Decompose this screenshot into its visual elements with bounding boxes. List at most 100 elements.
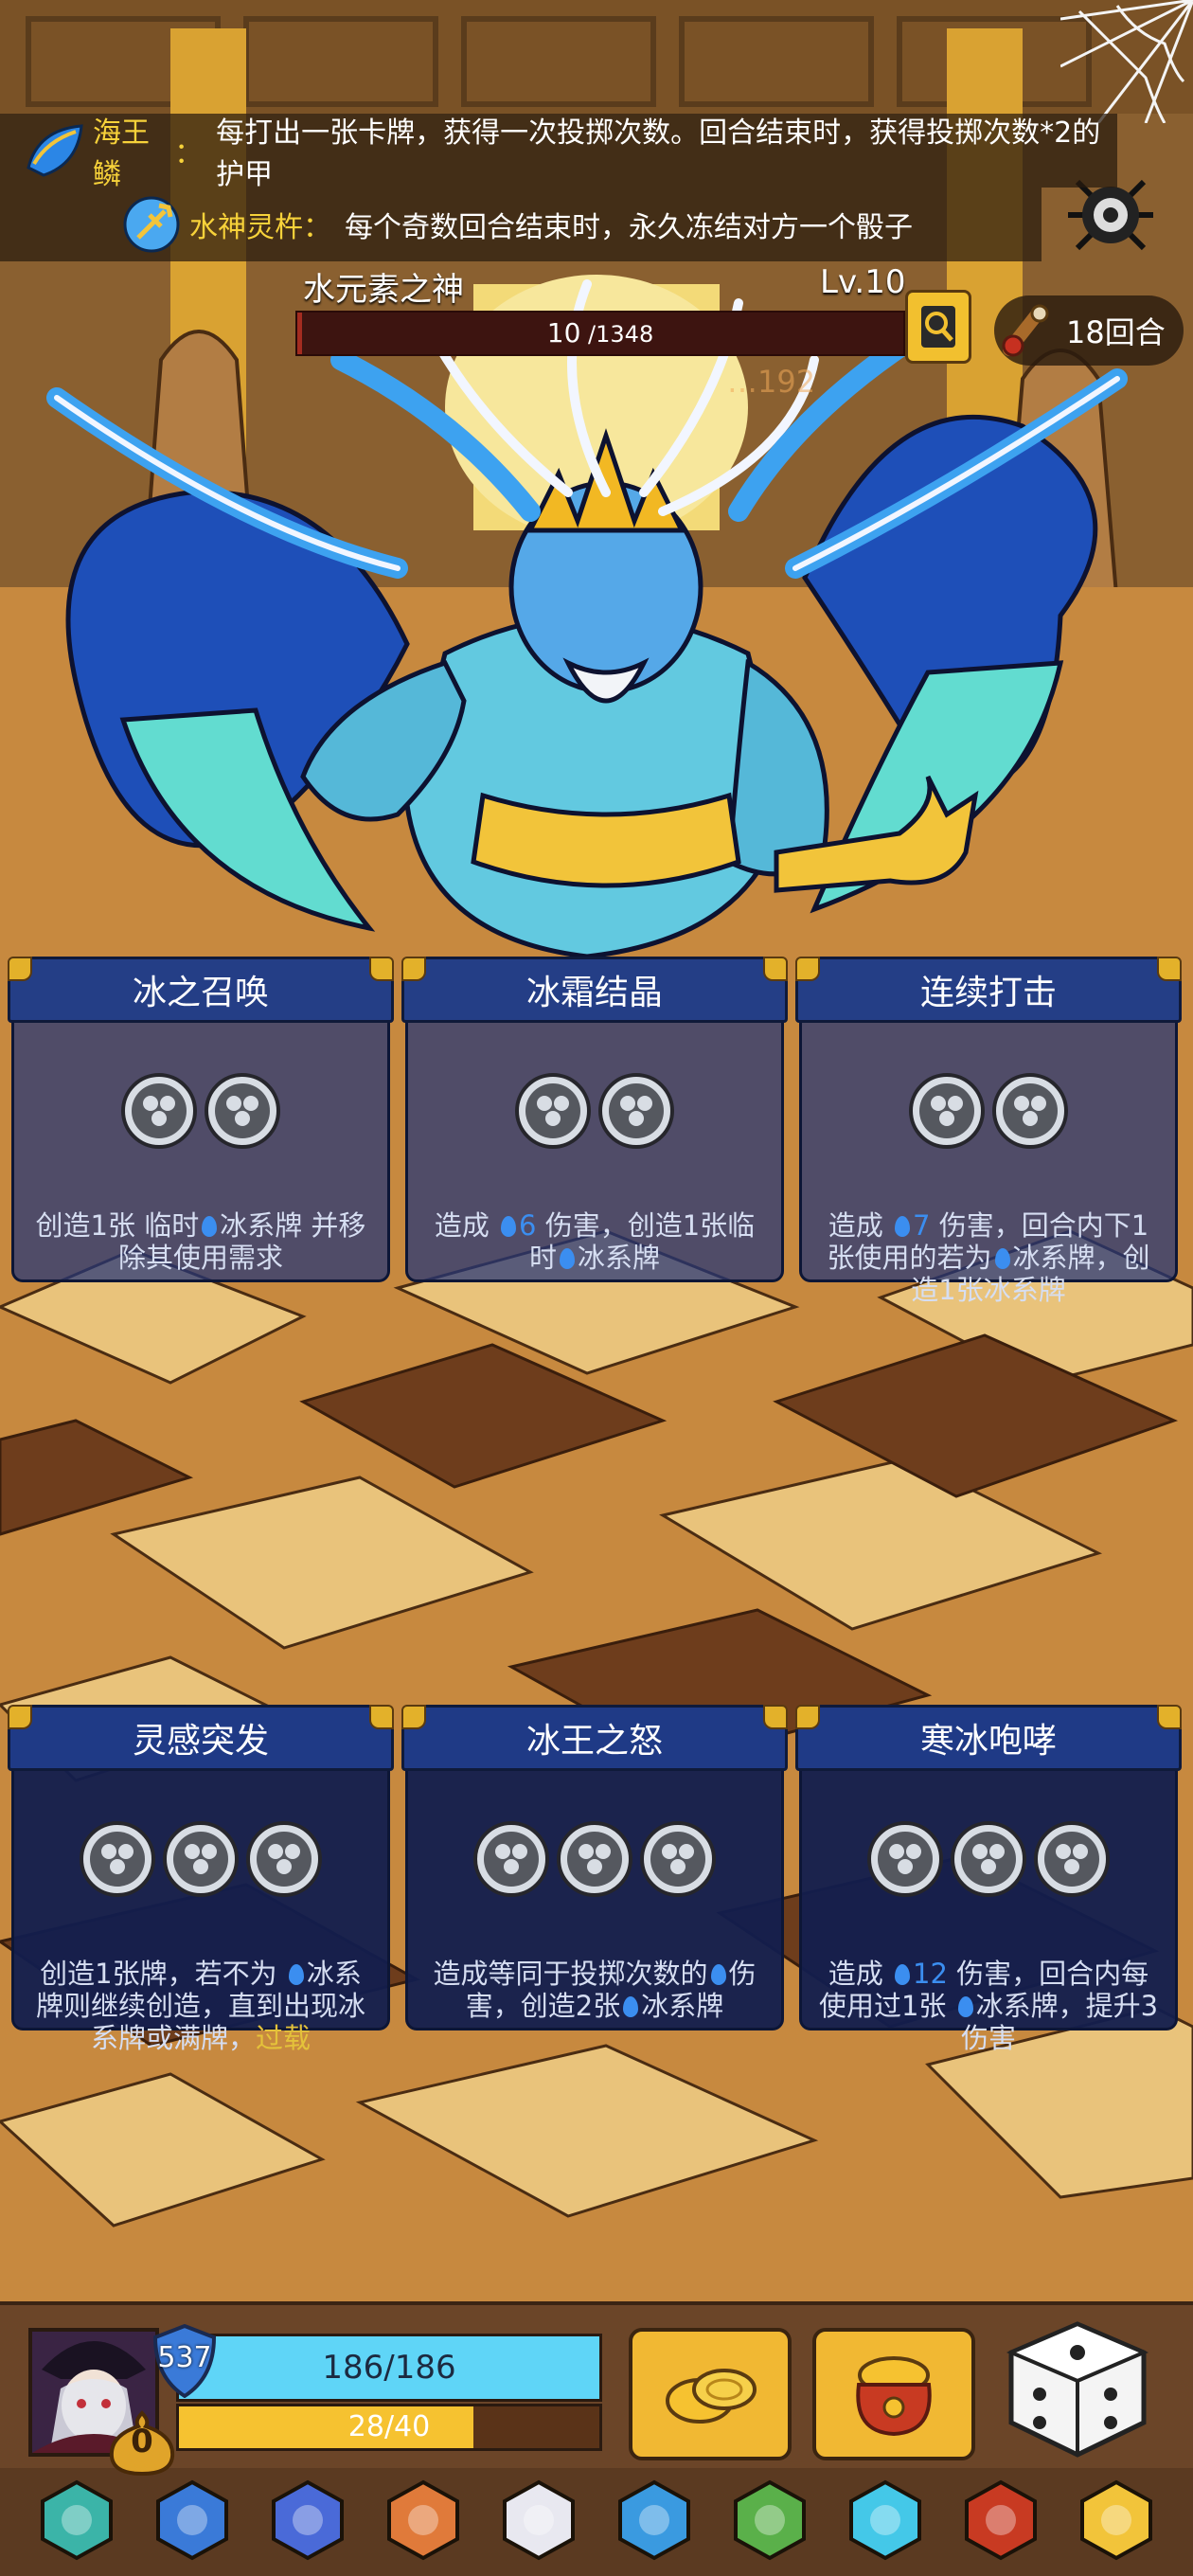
dice-slots bbox=[802, 1073, 1175, 1149]
description-text: 冰系牌 bbox=[641, 1990, 724, 2022]
dice-slot-icon[interactable] bbox=[867, 1821, 943, 1897]
description-text: 冰系牌，提升3伤害 bbox=[960, 1990, 1159, 2054]
dice-slots bbox=[14, 1073, 387, 1149]
card[interactable]: 创造1张 临时 冰系牌 并移除其使用需求 冰之召唤 bbox=[8, 957, 394, 1286]
water-drop-icon bbox=[288, 1964, 304, 1985]
trident-icon bbox=[121, 194, 182, 255]
relic-banner-sea-king-scale: 海王鳞 ： 每打出一张卡牌，获得一次投掷次数。回合结束时，获得投掷次数*2的护甲 bbox=[0, 114, 1117, 191]
relic-colon: ： bbox=[303, 211, 331, 244]
treasure-pot-button[interactable] bbox=[812, 2328, 975, 2460]
relic-description: 每个奇数回合结束时，永久冻结对方一个骰子 bbox=[345, 211, 913, 244]
coin-value: 0 bbox=[131, 2423, 153, 2460]
card-header: 冰王之怒 bbox=[401, 1705, 788, 1771]
scroll-icon bbox=[1002, 304, 1049, 357]
card[interactable]: 造成等同于投掷次数的 伤害，创造2张 冰系牌 冰王之怒 bbox=[401, 1705, 788, 2034]
card-header: 冰霜结晶 bbox=[401, 957, 788, 1023]
dice-slot-icon[interactable] bbox=[992, 1073, 1068, 1149]
player-energy-bar: 28/40 bbox=[176, 2404, 602, 2451]
description-text: 造成等同于投掷次数的 bbox=[433, 1958, 708, 1990]
description-text: 创造1张牌，若不为 bbox=[40, 1958, 286, 1990]
player-panel: 186/186 28/40 537 0 bbox=[0, 2301, 1193, 2576]
relic-name: 水神灵杵 bbox=[189, 211, 303, 244]
dice-slot-icon[interactable] bbox=[1034, 1821, 1110, 1897]
card-header: 灵感突发 bbox=[8, 1705, 394, 1771]
dice-slot-icon[interactable] bbox=[205, 1073, 280, 1149]
water-drop-icon bbox=[895, 1964, 911, 1985]
water-drop-icon bbox=[710, 1964, 726, 1985]
card[interactable]: 造成 12 伤害，回合内每使用过1张 冰系牌，提升3伤害 寒冰咆哮 bbox=[795, 1705, 1182, 2054]
shell-icon[interactable] bbox=[609, 2475, 700, 2566]
water-drop-icon bbox=[501, 1216, 517, 1237]
magnifier-icon bbox=[921, 306, 955, 348]
player-hp-text: 186/186 bbox=[322, 2349, 456, 2387]
dice-slot-icon[interactable] bbox=[473, 1821, 549, 1897]
card[interactable]: 创造1张牌，若不为 冰系牌则继续创造，直到出现冰系牌或满牌，过载 灵感突发 bbox=[8, 1705, 394, 2054]
card-description: 创造1张牌，若不为 冰系牌则继续创造，直到出现冰系牌或满牌，过载 bbox=[27, 1958, 374, 2054]
keyword: 过载 bbox=[256, 2022, 312, 2054]
dice-slot-icon[interactable] bbox=[951, 1821, 1026, 1897]
card-header: 冰之召唤 bbox=[8, 957, 394, 1023]
dice-icon bbox=[1006, 2321, 1149, 2458]
meat-icon[interactable] bbox=[378, 2475, 469, 2566]
dice-slot-icon[interactable] bbox=[909, 1073, 985, 1149]
armor-shield: 537 bbox=[151, 2323, 218, 2399]
gold-coins-button[interactable] bbox=[629, 2328, 792, 2460]
card-body: 造成 12 伤害，回合内每使用过1张 冰系牌，提升3伤害 bbox=[799, 1765, 1178, 2054]
treasure-pot-icon bbox=[856, 2356, 932, 2437]
crystal-dice-icon[interactable] bbox=[493, 2475, 584, 2566]
dice-slots bbox=[408, 1821, 781, 1897]
boss-hp-max: /1348 bbox=[580, 321, 654, 348]
card[interactable]: 造成 6 伤害，创造1张临时 冰系牌 冰霜结晶 bbox=[401, 957, 788, 1286]
dice-slots bbox=[802, 1821, 1175, 1897]
card-description: 造成 7 伤害，回合内下1张使用的若为 冰系牌，创造1张冰系牌 bbox=[815, 1209, 1162, 1306]
card-body: 创造1张牌，若不为 冰系牌则继续创造，直到出现冰系牌或满牌，过载 bbox=[11, 1765, 390, 2054]
boss-hp-current: 10 bbox=[546, 317, 581, 349]
dice-slot-icon[interactable] bbox=[515, 1073, 591, 1149]
card-body: 造成等同于投掷次数的 伤害，创造2张 冰系牌 bbox=[405, 1765, 784, 2030]
relic-banner-water-god-pestle: 水神灵杵 ： 每个奇数回合结束时，永久冻结对方一个骰子 bbox=[0, 188, 1042, 261]
relic-name: 海王鳞 bbox=[93, 116, 150, 191]
faded-damage-number: …192 bbox=[727, 364, 816, 400]
spider-web-icon bbox=[1060, 0, 1193, 123]
damage-value: 6 bbox=[519, 1209, 537, 1242]
card-body: 造成 6 伤害，创造1张临时 冰系牌 bbox=[405, 1017, 784, 1282]
round-label: 18回合 bbox=[1066, 314, 1166, 350]
card-description: 创造1张 临时 冰系牌 并移除其使用需求 bbox=[27, 1209, 374, 1274]
gold-coins-icon bbox=[666, 2369, 757, 2424]
water-drop-icon bbox=[957, 1996, 973, 2017]
cactus-icon[interactable] bbox=[724, 2475, 815, 2566]
description-text: 冰系牌 bbox=[578, 1242, 661, 1274]
boss-name: 水元素之神 bbox=[303, 271, 464, 309]
ice-spike-icon[interactable] bbox=[147, 2475, 238, 2566]
card-title: 连续打击 bbox=[919, 974, 1057, 1012]
card-title: 冰之召唤 bbox=[132, 974, 269, 1012]
dice-slot-icon[interactable] bbox=[163, 1821, 239, 1897]
description-text: 造成 bbox=[434, 1209, 499, 1242]
round-counter: 18回合 bbox=[994, 295, 1184, 366]
red-claw-icon[interactable] bbox=[955, 2475, 1046, 2566]
water-drop-icon bbox=[202, 1216, 218, 1237]
dice-slots bbox=[14, 1821, 387, 1897]
boss-level: Lv.10 bbox=[820, 263, 906, 301]
dice-slot-icon[interactable] bbox=[640, 1821, 716, 1897]
player-status-row: 186/186 28/40 537 0 bbox=[0, 2301, 1193, 2477]
jellyfish-icon[interactable] bbox=[262, 2475, 353, 2566]
lion-mask-icon[interactable] bbox=[31, 2475, 122, 2566]
roll-dice-button[interactable] bbox=[1002, 2318, 1153, 2460]
dice-slot-icon[interactable] bbox=[121, 1073, 197, 1149]
dice-slot-icon[interactable] bbox=[246, 1821, 322, 1897]
card-body: 创造1张 临时 冰系牌 并移除其使用需求 bbox=[11, 1017, 390, 1282]
scale-icon bbox=[25, 120, 85, 181]
dice-slot-icon[interactable] bbox=[80, 1821, 155, 1897]
ice-shield-icon[interactable] bbox=[840, 2475, 931, 2566]
relic-description: 每打出一张卡牌，获得一次投掷次数。回合结束时，获得投掷次数*2的护甲 bbox=[216, 116, 1101, 191]
card-description: 造成 12 伤害，回合内每使用过1张 冰系牌，提升3伤害 bbox=[815, 1958, 1162, 2054]
golden-dice-icon[interactable] bbox=[1071, 2475, 1162, 2566]
card-description: 造成等同于投掷次数的 伤害，创造2张 冰系牌 bbox=[421, 1958, 768, 2022]
card-title: 冰王之怒 bbox=[525, 1722, 663, 1761]
inspect-boss-button[interactable] bbox=[905, 290, 971, 364]
dice-slot-icon[interactable] bbox=[557, 1821, 632, 1897]
card-header: 连续打击 bbox=[795, 957, 1182, 1023]
dice-slot-icon[interactable] bbox=[598, 1073, 674, 1149]
card[interactable]: 造成 7 伤害，回合内下1张使用的若为 冰系牌，创造1张冰系牌 连续打击 bbox=[795, 957, 1182, 1306]
